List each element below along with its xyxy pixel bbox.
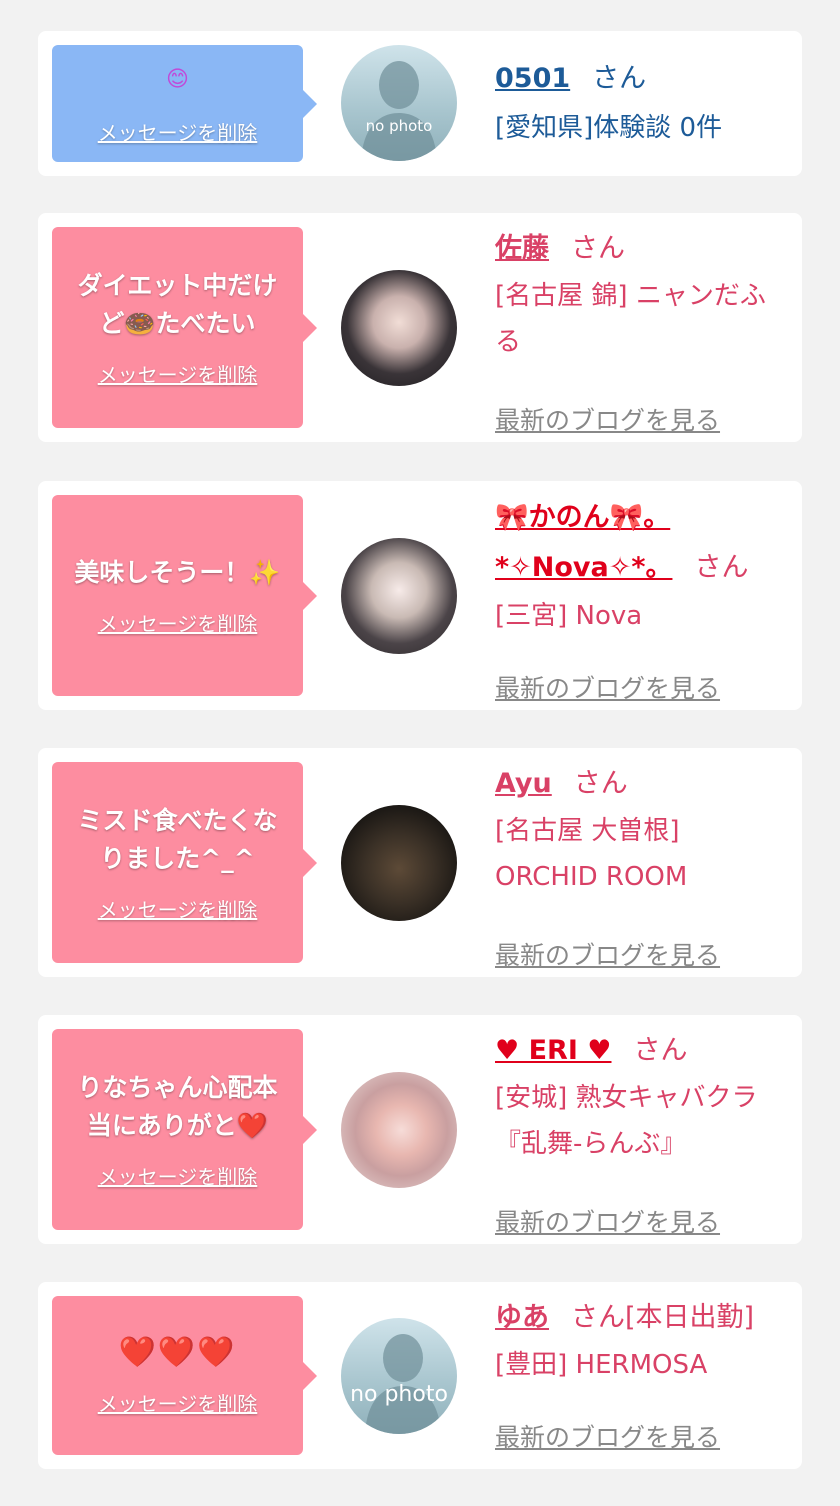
user-info: Ayu さん [名古屋 大曽根] ORCHID ROOM 最新のブログを見る	[495, 760, 782, 970]
no-photo-label: no photo	[365, 117, 433, 135]
delete-message-link[interactable]: メッセージを削除	[98, 1388, 258, 1417]
user-info: 0501 さん [愛知県]体験談 0件	[495, 55, 782, 151]
latest-blog-link[interactable]: 最新のブログを見る	[495, 669, 720, 705]
message-text: 美味しそうー！✨	[74, 558, 281, 587]
message-bubble: 美味しそうー！✨ メッセージを削除	[52, 495, 317, 696]
user-shop: [名古屋 錦] ニャンだふる	[495, 281, 766, 357]
user-info: 佐藤 さん [名古屋 錦] ニャンだふる 最新のブログを見る	[495, 225, 782, 435]
user-name-link[interactable]: 🎀かのん🎀。*✧Nova✧*。	[495, 502, 672, 583]
user-name-link[interactable]: 0501	[495, 63, 570, 94]
user-shop: [安城] 熟女キャバクラ『乱舞-らんぶ』	[495, 1083, 758, 1159]
message-card: ❤️❤️❤️ メッセージを削除 no photo ゆあ さん[本日出勤] [豊田]…	[38, 1282, 802, 1469]
message-text: りなちゃん心配本当にありがと❤️	[77, 1073, 278, 1140]
message-bubble: ❤️❤️❤️ メッセージを削除	[52, 1296, 317, 1455]
message-text: ダイエット中だけど🍩たべたい	[77, 271, 278, 338]
user-name-link[interactable]: Ayu	[495, 768, 552, 799]
avatar[interactable]	[341, 270, 457, 386]
delete-message-link[interactable]: メッセージを削除	[98, 1161, 258, 1190]
message-card: ミスド食べたくなりました^_^ メッセージを削除 Ayu さん [名古屋 大曽根]…	[38, 748, 802, 977]
honorific: さん	[571, 233, 625, 264]
user-shop: [三宮] Nova	[495, 601, 643, 631]
user-name-link[interactable]: ♥ ERI ♥	[495, 1035, 612, 1066]
message-text: 😊	[166, 67, 189, 92]
latest-blog-link[interactable]: 最新のブログを見る	[495, 1418, 720, 1454]
honorific: さん	[571, 1302, 625, 1333]
delete-message-link[interactable]: メッセージを削除	[98, 117, 258, 146]
message-text: ❤️❤️❤️	[118, 1335, 237, 1370]
user-shop: [愛知県]体験談 0件	[495, 113, 723, 143]
honorific: さん	[592, 63, 647, 94]
message-list: 😊 メッセージを削除 no photo 0501 さん [愛知県]体験談 0件 ダ…	[0, 0, 840, 1506]
user-info: ♥ ERI ♥ さん [安城] 熟女キャバクラ『乱舞-らんぶ』 最新のブログを見る	[495, 1027, 782, 1237]
message-card: ダイエット中だけど🍩たべたい メッセージを削除 佐藤 さん [名古屋 錦] ニャン…	[38, 213, 802, 442]
latest-blog-link[interactable]: 最新のブログを見る	[495, 936, 720, 972]
message-card: 美味しそうー！✨ メッセージを削除 🎀かのん🎀。*✧Nova✧*。 さん [三宮]…	[38, 481, 802, 710]
silhouette-icon	[361, 61, 437, 161]
user-name-link[interactable]: 佐藤	[495, 233, 549, 264]
delete-message-link[interactable]: メッセージを削除	[98, 894, 258, 923]
honorific: さん	[573, 768, 628, 799]
message-bubble: ミスド食べたくなりました^_^ メッセージを削除	[52, 762, 317, 963]
message-bubble: ダイエット中だけど🍩たべたい メッセージを削除	[52, 227, 317, 428]
user-name-link[interactable]: ゆあ	[495, 1302, 549, 1333]
avatar[interactable]: no photo	[341, 1318, 457, 1434]
message-text: ミスド食べたくなりました^_^	[77, 806, 278, 873]
user-shop: [名古屋 大曽根] ORCHID ROOM	[495, 816, 688, 892]
honorific: さん	[694, 552, 749, 583]
user-info: 🎀かのん🎀。*✧Nova✧*。 さん [三宮] Nova 最新のブログを見る	[495, 493, 782, 703]
latest-blog-link[interactable]: 最新のブログを見る	[495, 1203, 720, 1239]
message-card: 😊 メッセージを削除 no photo 0501 さん [愛知県]体験談 0件	[38, 31, 802, 176]
avatar[interactable]	[341, 538, 457, 654]
user-info: ゆあ さん[本日出勤] [豊田] HERMOSA 最新のブログを見る	[495, 1294, 782, 1452]
delete-message-link[interactable]: メッセージを削除	[98, 608, 258, 637]
avatar[interactable]	[341, 1072, 457, 1188]
silhouette-icon	[365, 1334, 441, 1434]
user-shop: [豊田] HERMOSA	[495, 1350, 708, 1380]
delete-message-link[interactable]: メッセージを削除	[98, 359, 258, 388]
message-bubble: 😊 メッセージを削除	[52, 45, 317, 162]
honorific: さん	[633, 1035, 688, 1066]
message-bubble: りなちゃん心配本当にありがと❤️ メッセージを削除	[52, 1029, 317, 1230]
attendance-status: [本日出勤]	[625, 1302, 755, 1333]
latest-blog-link[interactable]: 最新のブログを見る	[495, 401, 720, 437]
message-card: りなちゃん心配本当にありがと❤️ メッセージを削除 ♥ ERI ♥ さん [安城]…	[38, 1015, 802, 1244]
avatar[interactable]	[341, 805, 457, 921]
avatar[interactable]: no photo	[341, 45, 457, 161]
no-photo-label: no photo	[350, 1382, 448, 1407]
